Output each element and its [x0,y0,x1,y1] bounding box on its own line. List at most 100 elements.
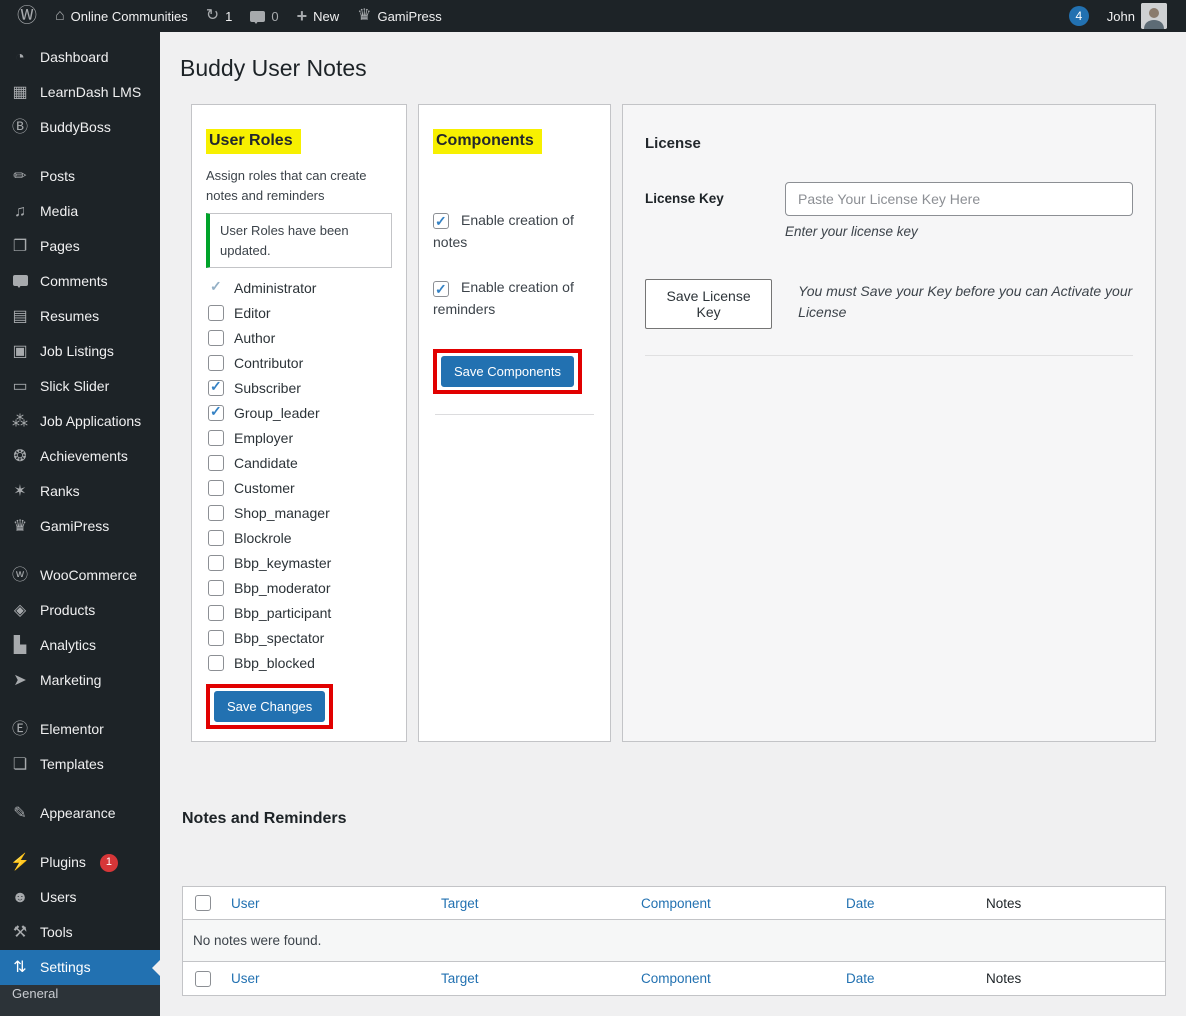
role-label: Shop_manager [234,505,330,521]
enable-notes-checkbox[interactable] [433,213,449,229]
role-checkbox-bbp-spectator[interactable] [208,630,224,646]
sidebar-item-users[interactable]: ☻ Users [0,880,160,915]
woocommerce-icon: ⓦ [10,566,30,585]
enable-reminders-checkbox[interactable] [433,281,449,297]
sidebar-item-resumes[interactable]: ▤ Resumes [0,299,160,334]
sidebar-item-marketing[interactable]: ➤ Marketing [0,663,160,698]
sidebar-item-label: Job Listings [40,342,114,361]
site-name-link[interactable]: ⌂ Online Communities [46,0,197,32]
wordpress-logo-icon: Ⓦ [17,6,37,26]
updates-count: 1 [225,9,232,24]
column-header-component[interactable]: Component [641,896,711,911]
divider [435,414,594,415]
buddyboss-icon: Ⓑ [10,118,30,137]
sidebar-item-products[interactable]: ◈ Products [0,593,160,628]
role-row: Bbp_moderator [208,580,390,596]
role-checkbox-author[interactable] [208,330,224,346]
sidebar-item-plugins[interactable]: ⚡ Plugins 1 [0,845,160,880]
sidebar-item-woocommerce[interactable]: ⓦ WooCommerce [0,558,160,593]
role-label: Subscriber [234,380,301,396]
sidebar-item-label: Tools [40,923,73,942]
save-components-button[interactable]: Save Components [441,356,574,387]
sidebar-item-analytics[interactable]: ▙ Analytics [0,628,160,663]
column-footer-date[interactable]: Date [846,971,875,986]
sidebar-item-gamipress[interactable]: ♛ GamiPress [0,509,160,544]
new-label: New [313,9,339,24]
sidebar-item-tools[interactable]: ⚒ Tools [0,915,160,950]
select-all-checkbox[interactable] [195,895,211,911]
role-row: Subscriber [208,380,390,396]
sidebar-item-label: BuddyBoss [40,118,111,137]
column-header-date[interactable]: Date [846,896,875,911]
role-row: Bbp_spectator [208,630,390,646]
sidebar-item-slick-slider[interactable]: ▭ Slick Slider [0,369,160,404]
comments-count: 0 [271,9,278,24]
role-checkbox-shop-manager[interactable] [208,505,224,521]
role-checkbox-employer[interactable] [208,430,224,446]
sidebar-item-label: Posts [40,167,75,186]
sidebar-item-dashboard[interactable]: ◔ Dashboard [0,40,160,75]
column-footer-component[interactable]: Component [641,971,711,986]
sidebar-item-elementor[interactable]: Ⓔ Elementor [0,712,160,747]
component-option-label: Enable creation of notes [433,212,574,250]
column-footer-target[interactable]: Target [441,971,479,986]
component-option: Enable creation of notes [433,210,596,253]
role-checkbox-candidate[interactable] [208,455,224,471]
sidebar-item-label: Comments [40,272,108,291]
sidebar-item-buddyboss[interactable]: Ⓑ BuddyBoss [0,110,160,145]
save-license-key-button[interactable]: Save License Key [645,279,772,329]
account-menu[interactable]: John [1098,0,1176,32]
sidebar-item-pages[interactable]: ❐ Pages [0,229,160,264]
sidebar-item-label: Appearance [40,804,116,823]
role-checkbox-subscriber[interactable] [208,380,224,396]
component-option-label: Enable creation of reminders [433,279,574,317]
role-row: Candidate [208,455,390,471]
comments-bubble-icon [10,272,30,291]
user-roles-title: User Roles [206,129,301,154]
comments-link[interactable]: 0 [241,0,287,32]
role-checkbox-customer[interactable] [208,480,224,496]
role-row: Editor [208,305,390,321]
sidebar-item-templates[interactable]: ❏ Templates [0,747,160,782]
save-changes-button[interactable]: Save Changes [214,691,325,722]
sidebar-item-label: Ranks [40,482,80,501]
sidebar-item-ranks[interactable]: ✶ Ranks [0,474,160,509]
sidebar-item-label: Slick Slider [40,377,109,396]
role-row: Employer [208,430,390,446]
sidebar-item-learndash[interactable]: ▦ LearnDash LMS [0,75,160,110]
updates-icon: ↻ [206,8,219,24]
sidebar-item-comments[interactable]: Comments [0,264,160,299]
table-footer-row: User Target Component Date Notes [183,962,1166,995]
role-checkbox-group-leader[interactable] [208,405,224,421]
updates-link[interactable]: ↻ 1 [197,0,242,32]
role-label: Candidate [234,455,298,471]
notification-badge[interactable]: 4 [1060,0,1098,32]
role-checkbox-bbp-blocked[interactable] [208,655,224,671]
role-row: Group_leader [208,405,390,421]
column-footer-user[interactable]: User [231,971,260,986]
role-checkbox-administrator[interactable] [208,280,224,296]
role-checkbox-blockrole[interactable] [208,530,224,546]
sidebar-item-appearance[interactable]: ✎ Appearance [0,796,160,831]
sidebar-item-label: Users [40,888,77,907]
role-checkbox-bbp-keymaster[interactable] [208,555,224,571]
new-content-link[interactable]: + New [288,0,349,32]
sidebar-item-job-applications[interactable]: ⁂ Job Applications [0,404,160,439]
sidebar-item-label: Analytics [40,636,96,655]
sidebar-item-posts[interactable]: ✏ Posts [0,159,160,194]
role-checkbox-contributor[interactable] [208,355,224,371]
role-checkbox-editor[interactable] [208,305,224,321]
license-key-input[interactable] [785,182,1133,216]
notes-section-title: Notes and Reminders [182,810,1166,828]
gamipress-bar-link[interactable]: ♛ GamiPress [348,0,451,32]
role-checkbox-bbp-moderator[interactable] [208,580,224,596]
role-checkbox-bbp-participant[interactable] [208,605,224,621]
sidebar-item-job-listings[interactable]: ▣ Job Listings [0,334,160,369]
sidebar-item-label: Dashboard [40,48,109,67]
wordpress-menu[interactable]: Ⓦ [8,0,46,32]
sidebar-item-achievements[interactable]: ❂ Achievements [0,439,160,474]
column-header-user[interactable]: User [231,896,260,911]
column-header-target[interactable]: Target [441,896,479,911]
sidebar-item-media[interactable]: ♫ Media [0,194,160,229]
select-all-checkbox[interactable] [195,971,211,987]
